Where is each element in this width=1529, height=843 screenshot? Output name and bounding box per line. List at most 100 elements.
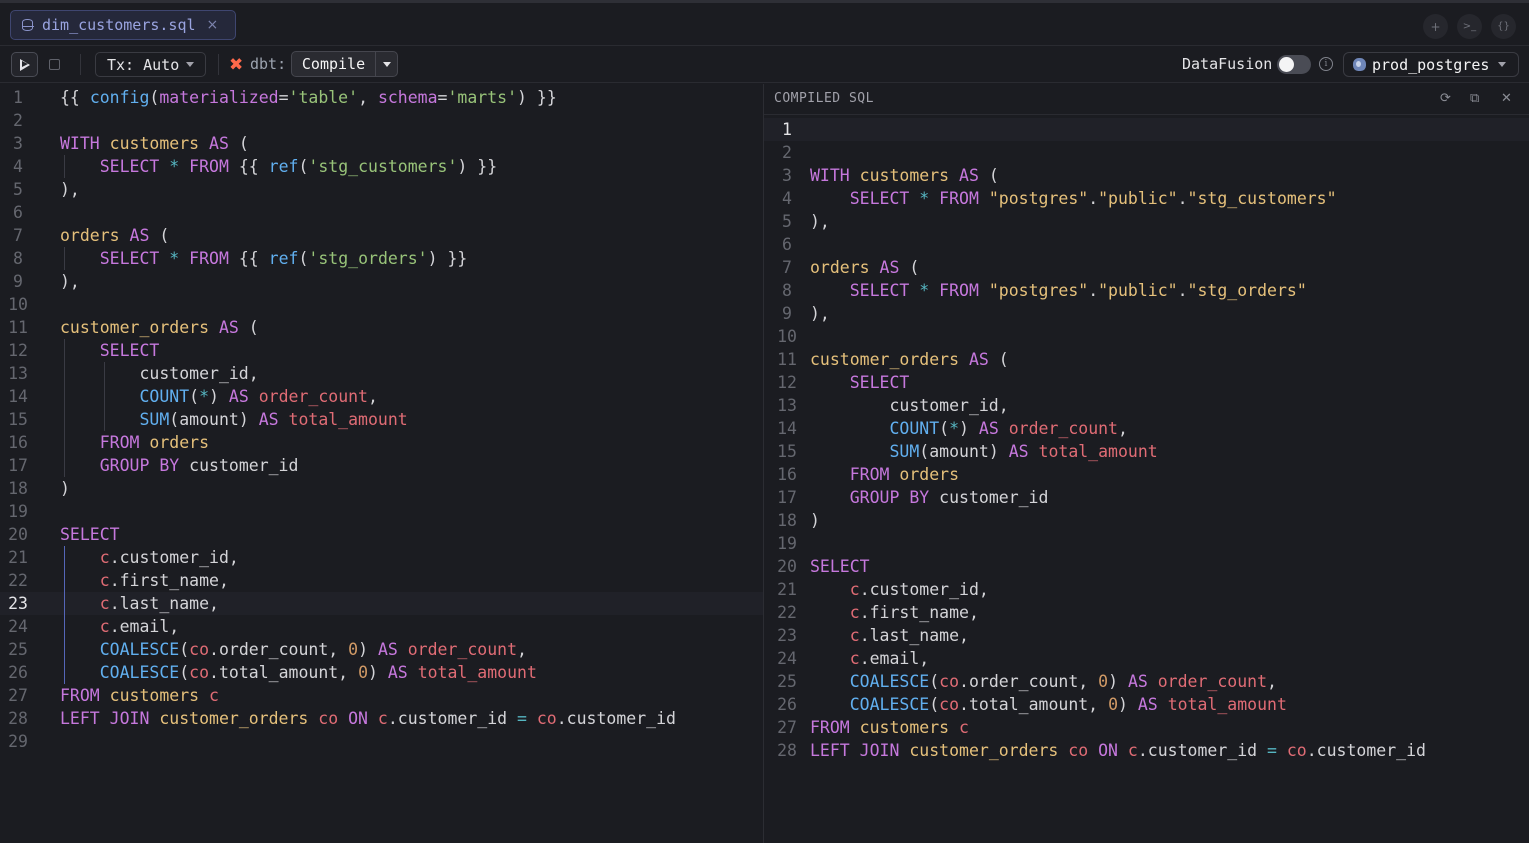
code-line[interactable]: 1{{ config(materialized='table', schema=… xyxy=(0,86,763,109)
code-line[interactable]: 13 customer_id, xyxy=(764,394,1529,417)
code-line[interactable]: 3 WITH customers AS ( xyxy=(0,132,763,155)
code-line[interactable]: 5), xyxy=(0,178,763,201)
line-number: 3 xyxy=(13,134,23,153)
code-line[interactable]: 16 FROM orders xyxy=(0,431,763,454)
line-number: 14 xyxy=(8,387,28,406)
code-line[interactable]: 19 xyxy=(764,532,1529,555)
code-line[interactable]: 28 LEFT JOIN customer_orders co ON c.cust… xyxy=(764,739,1529,762)
connection-select[interactable]: prod_postgres xyxy=(1343,52,1519,77)
refresh-icon[interactable]: ⟳ xyxy=(1440,91,1451,106)
code-token: "postgres" xyxy=(988,281,1089,300)
code-line[interactable]: 21 c.customer_id, xyxy=(0,546,763,569)
code-text: COALESCE(co.total_amount, 0) AS total_am… xyxy=(810,693,1287,716)
code-token: ON xyxy=(1098,741,1128,760)
compiled-code[interactable]: 1 2 3 WITH customers AS (4 SELECT * FROM "p… xyxy=(764,118,1529,762)
code-text: c.first_name, xyxy=(60,569,229,592)
code-line[interactable]: 13 customer_id, xyxy=(0,362,763,385)
code-token: ) xyxy=(959,419,979,438)
line-number: 8 xyxy=(13,249,23,268)
code-line[interactable]: 3 WITH customers AS ( xyxy=(764,164,1529,187)
code-line[interactable]: 9), xyxy=(764,302,1529,325)
chevron-down-icon xyxy=(186,62,195,67)
code-line[interactable]: 21 c.customer_id, xyxy=(764,578,1529,601)
sql-editor[interactable]: 1{{ config(materialized='table', schema=… xyxy=(0,84,763,843)
braces-icon[interactable]: {} xyxy=(1491,14,1516,39)
code-line[interactable]: 11 customer_orders AS ( xyxy=(0,316,763,339)
code-line[interactable]: 6 xyxy=(764,233,1529,256)
code-line[interactable]: 26 COALESCE(co.total_amount, 0) AS total… xyxy=(764,693,1529,716)
line-number: 9 xyxy=(782,304,792,323)
close-icon[interactable]: × xyxy=(207,17,219,33)
code-line[interactable]: 8 SELECT * FROM "postgres"."public"."stg… xyxy=(764,279,1529,302)
code-line[interactable]: 24 c.email, xyxy=(764,647,1529,670)
code-line[interactable]: 11 customer_orders AS ( xyxy=(764,348,1529,371)
info-icon[interactable]: i xyxy=(1319,57,1333,71)
code-line[interactable]: 26 COALESCE(co.total_amount, 0) AS total… xyxy=(0,661,763,684)
code-token: "postgres" xyxy=(988,189,1089,208)
code-line[interactable]: 20 SELECT xyxy=(764,555,1529,578)
code-line[interactable]: 4 SELECT * FROM "postgres"."public"."stg… xyxy=(764,187,1529,210)
code-line[interactable]: 18) xyxy=(0,477,763,500)
code-line[interactable]: 18) xyxy=(764,509,1529,532)
code-text: ) xyxy=(810,509,820,532)
code-line[interactable]: 10 xyxy=(0,293,763,316)
code-line[interactable]: 22 c.first_name, xyxy=(764,601,1529,624)
code-line[interactable]: 23 c.last_name, xyxy=(764,624,1529,647)
code-token: SELECT xyxy=(810,557,870,576)
line-number: 20 xyxy=(8,525,28,544)
editor-code[interactable]: 1{{ config(materialized='table', schema=… xyxy=(0,86,763,753)
code-line[interactable]: 12 SELECT xyxy=(764,371,1529,394)
code-text: customer_id, xyxy=(810,394,1008,417)
code-line[interactable]: 2 xyxy=(764,141,1529,164)
code-line[interactable]: 27 FROM customers c xyxy=(0,684,763,707)
tab-dim-customers[interactable]: dim_customers.sql × xyxy=(10,10,236,40)
code-line[interactable]: 25 COALESCE(co.order_count, 0) AS order_… xyxy=(764,670,1529,693)
code-line[interactable]: 14 COUNT(*) AS order_count, xyxy=(764,417,1529,440)
code-line[interactable]: 28 LEFT JOIN customer_orders co ON c.cust… xyxy=(0,707,763,730)
code-token: ) }} xyxy=(517,88,557,107)
datafusion-toggle[interactable] xyxy=(1277,55,1311,74)
code-line[interactable]: 5), xyxy=(764,210,1529,233)
indent-guide xyxy=(64,385,65,408)
code-line[interactable]: 23 c.last_name, xyxy=(0,592,763,615)
code-line[interactable]: 22 c.first_name, xyxy=(0,569,763,592)
compile-button[interactable]: Compile xyxy=(292,52,376,76)
code-token: SELECT xyxy=(849,373,910,392)
code-line[interactable]: 1 xyxy=(764,118,1529,141)
transaction-mode-select[interactable]: Tx: Auto xyxy=(95,52,206,77)
code-line[interactable]: 10 xyxy=(764,325,1529,348)
code-line[interactable]: 12 SELECT xyxy=(0,339,763,362)
stop-button[interactable] xyxy=(49,59,60,70)
code-token: AS xyxy=(228,387,259,406)
code-token: FROM xyxy=(99,433,150,452)
code-line[interactable]: 7 orders AS ( xyxy=(0,224,763,247)
code-line[interactable]: 29 xyxy=(0,730,763,753)
code-line[interactable]: 17 GROUP BY customer_id xyxy=(764,486,1529,509)
close-icon[interactable]: ✕ xyxy=(1501,91,1512,106)
code-line[interactable]: 14 COUNT(*) AS order_count, xyxy=(0,385,763,408)
code-line[interactable]: 2 xyxy=(0,109,763,132)
code-line[interactable]: 9), xyxy=(0,270,763,293)
run-button[interactable] xyxy=(11,52,38,77)
code-line[interactable]: 16 FROM orders xyxy=(764,463,1529,486)
code-line[interactable]: 27 FROM customers c xyxy=(764,716,1529,739)
toggle-knob xyxy=(1279,57,1294,72)
code-line[interactable]: 4 SELECT * FROM {{ ref('stg_customers') … xyxy=(0,155,763,178)
code-line[interactable]: 7 orders AS ( xyxy=(764,256,1529,279)
code-line[interactable]: 6 xyxy=(0,201,763,224)
code-line[interactable]: 25 COALESCE(co.order_count, 0) AS order_… xyxy=(0,638,763,661)
code-line[interactable]: 17 GROUP BY customer_id xyxy=(0,454,763,477)
terminal-icon[interactable]: >_ xyxy=(1457,14,1482,39)
code-line[interactable]: 20 SELECT xyxy=(0,523,763,546)
copy-icon[interactable]: ⧉ xyxy=(1470,91,1479,106)
code-line[interactable]: 24 c.email, xyxy=(0,615,763,638)
compile-dropdown-button[interactable] xyxy=(376,52,397,76)
code-text: SELECT xyxy=(810,555,870,578)
code-line[interactable]: 15 SUM(amount) AS total_amount xyxy=(764,440,1529,463)
code-line[interactable]: 8 SELECT * FROM {{ ref('stg_orders') }} xyxy=(0,247,763,270)
code-line[interactable]: 15 SUM(amount) AS total_amount xyxy=(0,408,763,431)
add-tab-button[interactable]: + xyxy=(1423,14,1448,39)
code-line[interactable]: 19 xyxy=(0,500,763,523)
